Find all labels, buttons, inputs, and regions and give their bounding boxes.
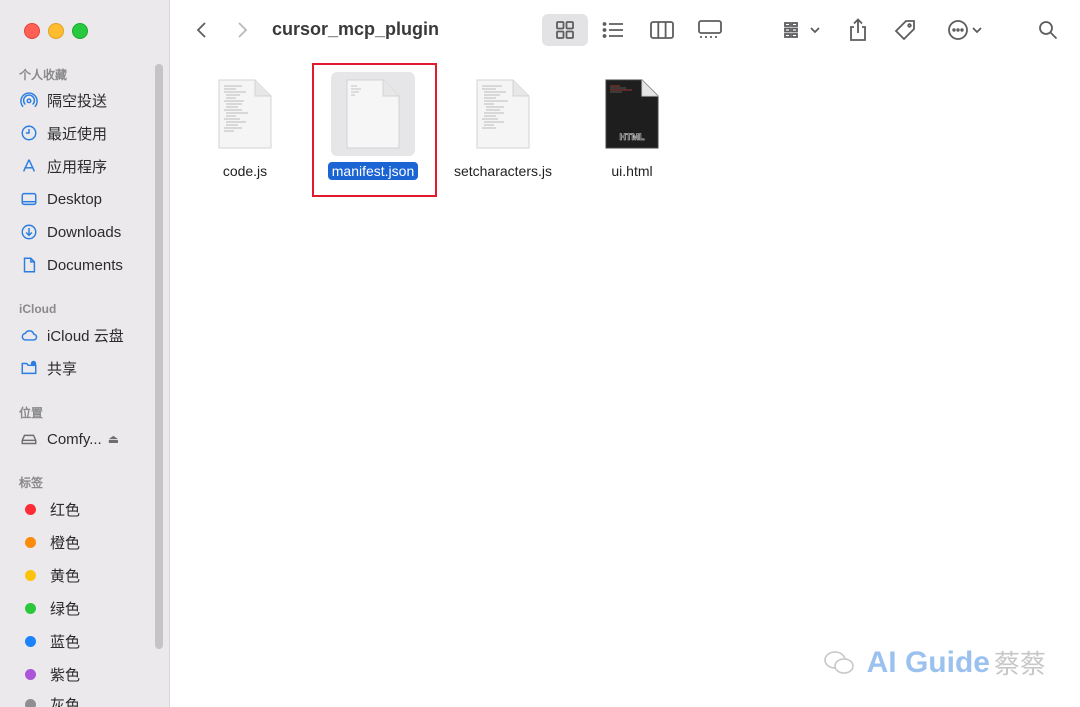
sidebar-scrollbar[interactable] xyxy=(155,64,163,649)
file-item[interactable]: code.js xyxy=(187,72,303,181)
yellow-tag-dot-icon xyxy=(25,569,36,581)
sidebar-item-label: 蓝色 xyxy=(50,633,81,651)
window-title: cursor_mcp_plugin xyxy=(272,19,440,39)
orange-tag-dot-icon xyxy=(25,536,36,548)
blue-tag-dot-icon xyxy=(25,635,36,647)
sidebar-item-label: 隔空投送 xyxy=(47,92,108,110)
gray-tag-dot-icon xyxy=(25,698,36,707)
file-name: ui.html xyxy=(611,163,653,179)
search-icon[interactable] xyxy=(1034,14,1062,46)
wechat-logo-icon xyxy=(823,649,855,677)
sidebar-item-label: 红色 xyxy=(50,501,81,519)
sidebar-tag-green[interactable]: 绿色 xyxy=(19,596,159,620)
sidebar-item-label: 绿色 xyxy=(50,600,81,618)
sidebar-item-label: 最近使用 xyxy=(47,125,108,143)
toolbar: cursor_mcp_plugin xyxy=(170,0,1080,60)
downloads-icon xyxy=(19,222,39,242)
sidebar-item-desktop[interactable]: Desktop xyxy=(19,187,159,211)
file-name: setcharacters.js xyxy=(453,163,553,179)
sidebar-item-applications[interactable]: 应用程序 xyxy=(19,154,159,178)
sidebar-tag-blue[interactable]: 蓝色 xyxy=(19,629,159,653)
annotation-highlight-box xyxy=(312,63,437,197)
sidebar-section-locations: 位置 xyxy=(19,406,44,420)
sidebar-item-recents[interactable]: 最近使用 xyxy=(19,121,159,145)
sidebar-tag-orange[interactable]: 橙色 xyxy=(19,530,159,554)
sidebar-item-label: 应用程序 xyxy=(47,158,108,176)
sidebar-item-label: Comfy... xyxy=(47,430,102,448)
icloud-icon xyxy=(19,325,39,345)
js-file-icon xyxy=(203,72,287,156)
sidebar-tag-gray[interactable]: 灰色 xyxy=(19,692,159,707)
list-view-icon[interactable] xyxy=(593,14,633,46)
minimize-window-button[interactable] xyxy=(48,23,64,39)
sidebar-tag-red[interactable]: 红色 xyxy=(19,497,159,521)
eject-icon[interactable]: ⏏ xyxy=(108,432,119,446)
window-controls xyxy=(24,23,88,39)
sidebar-section-icloud: iCloud xyxy=(19,302,57,316)
sidebar-tag-yellow[interactable]: 黄色 xyxy=(19,563,159,587)
sidebar-section-tags: 标签 xyxy=(19,476,44,490)
file-item[interactable]: setcharacters.js xyxy=(445,72,561,181)
group-icon[interactable] xyxy=(778,14,826,46)
column-view-icon[interactable] xyxy=(642,14,682,46)
sidebar-item-icloud-drive[interactable]: iCloud 云盘 xyxy=(19,323,159,347)
sidebar-tag-purple[interactable]: 紫色 xyxy=(19,662,159,686)
shared-folder-icon xyxy=(19,358,39,378)
purple-tag-dot-icon xyxy=(25,668,36,680)
airdrop-icon xyxy=(19,90,39,110)
icon-view-icon[interactable] xyxy=(542,14,588,46)
sidebar-item-label: 灰色 xyxy=(50,696,81,707)
sidebar-item-shared[interactable]: 共享 xyxy=(19,356,159,380)
file-browser: code.js manifest.json setcharacters.js H… xyxy=(170,60,1080,707)
gallery-view-icon[interactable] xyxy=(690,14,730,46)
sidebar-item-downloads[interactable]: Downloads xyxy=(19,220,159,244)
sidebar-item-airdrop[interactable]: 隔空投送 xyxy=(19,88,159,112)
drive-icon xyxy=(19,429,39,449)
more-icon[interactable] xyxy=(940,14,988,46)
sidebar-item-label: iCloud 云盘 xyxy=(47,327,124,345)
sidebar-item-label: Desktop xyxy=(47,190,103,208)
forward-icon[interactable] xyxy=(228,14,256,46)
applications-icon xyxy=(19,156,39,176)
watermark: AI Guide 蔡蔡 xyxy=(823,644,1046,681)
sidebar-section-favorites: 个人收藏 xyxy=(19,68,68,82)
sidebar-item-label: 黄色 xyxy=(50,567,81,585)
sidebar-item-label: Downloads xyxy=(47,223,122,241)
sidebar-item-documents[interactable]: Documents xyxy=(19,253,159,277)
watermark-suffix: 蔡蔡 xyxy=(993,649,1046,679)
sidebar-item-label: 共享 xyxy=(47,360,78,378)
js-file-icon xyxy=(461,72,545,156)
desktop-icon xyxy=(19,189,39,209)
sidebar-item-label: 橙色 xyxy=(50,534,81,552)
close-window-button[interactable] xyxy=(24,23,40,39)
html-badge: HTML xyxy=(620,132,645,142)
sidebar-item-label: Documents xyxy=(47,256,123,274)
back-icon[interactable] xyxy=(188,14,216,46)
clock-icon xyxy=(19,123,39,143)
file-name: code.js xyxy=(222,163,268,179)
green-tag-dot-icon xyxy=(25,602,36,614)
watermark-text: AI Guide xyxy=(866,645,990,679)
html-file-icon: HTML xyxy=(590,72,674,156)
zoom-window-button[interactable] xyxy=(72,23,88,39)
finder-window: 个人收藏 隔空投送 最近使用 应用程序 Desktop Downloads Do… xyxy=(0,0,1080,707)
sidebar-item-label: 紫色 xyxy=(50,666,81,684)
file-item[interactable]: HTML ui.html xyxy=(574,72,690,181)
share-icon[interactable] xyxy=(844,14,872,46)
red-tag-dot-icon xyxy=(25,503,36,515)
sidebar: 个人收藏 隔空投送 最近使用 应用程序 Desktop Downloads Do… xyxy=(0,0,170,707)
document-icon xyxy=(19,255,39,275)
tag-icon[interactable] xyxy=(890,14,920,46)
sidebar-item-comfy-drive[interactable]: Comfy... ⏏ xyxy=(19,427,159,451)
